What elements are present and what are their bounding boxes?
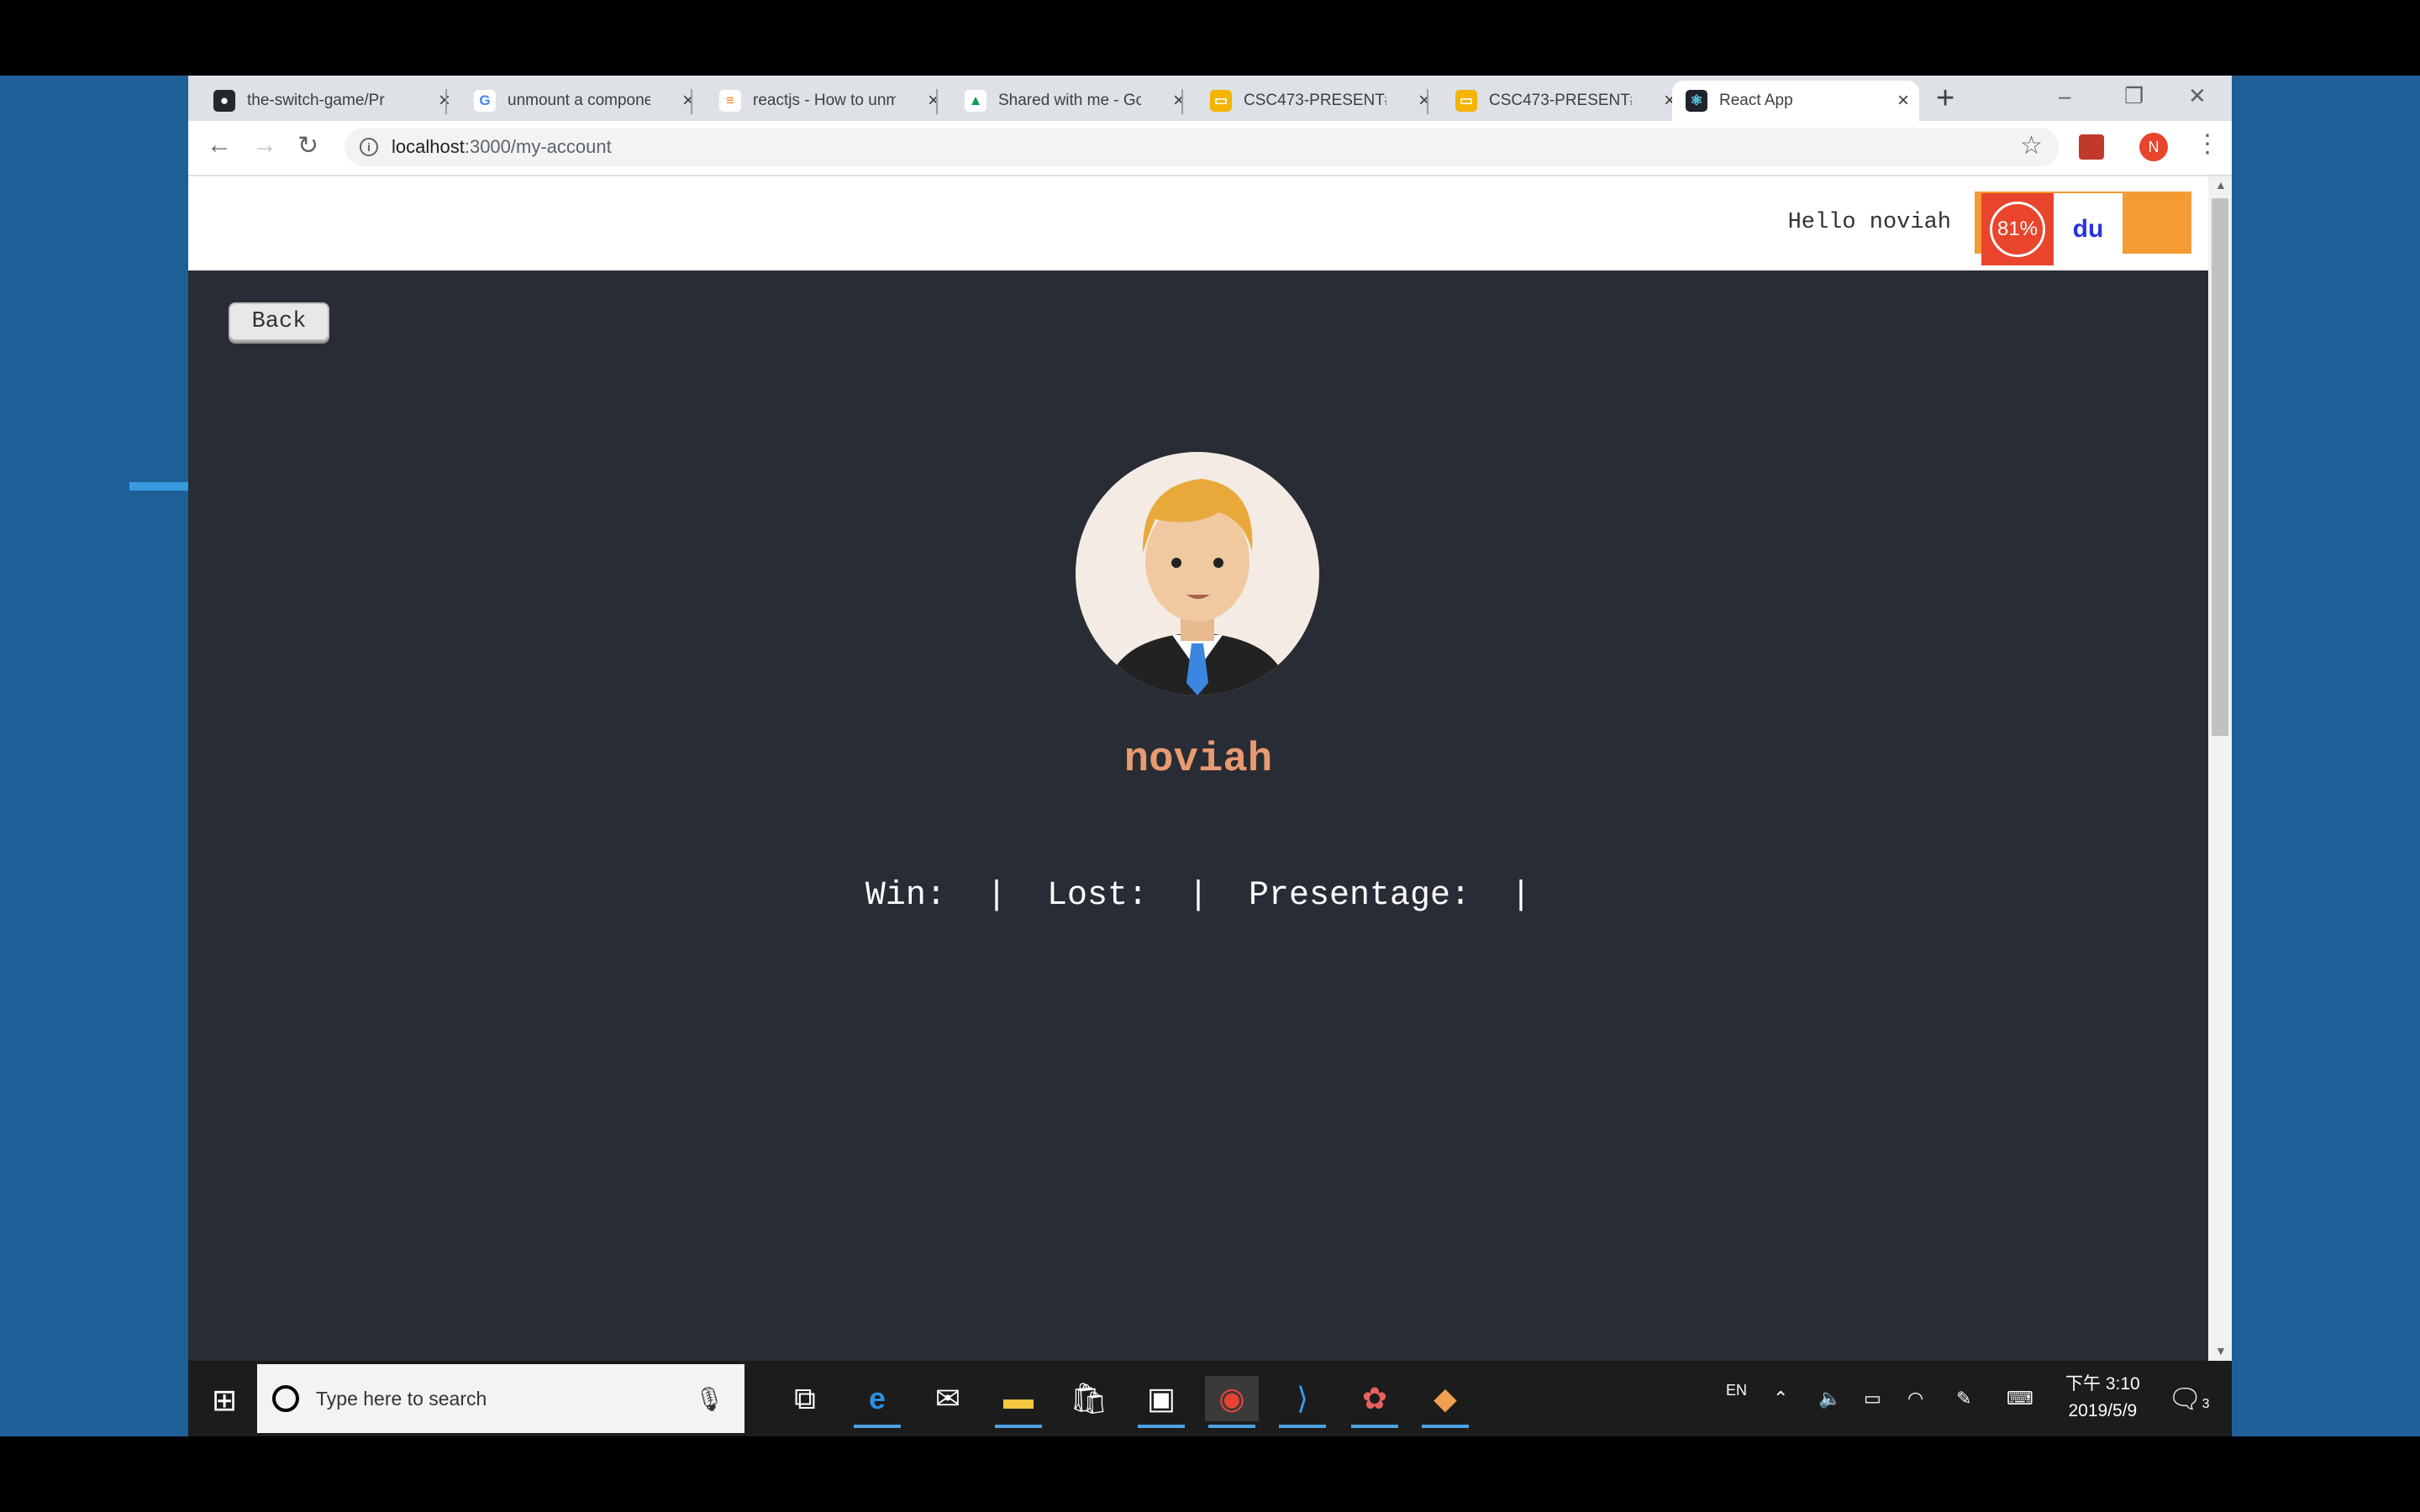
tab-title: CSC473-PRESENT#6 bbox=[1244, 92, 1386, 109]
task-view-icon[interactable]: ⧉ bbox=[778, 1376, 832, 1421]
keyboard-icon[interactable]: ⌨ bbox=[2007, 1361, 2033, 1436]
notification-icon[interactable]: 🗨3 bbox=[2168, 1383, 2210, 1415]
tab-strip: ● the-switch-game/Pr × G unmount a compo… bbox=[188, 76, 2232, 121]
baidu-paw-icon[interactable]: du bbox=[2054, 193, 2123, 265]
profile-avatar[interactable]: N bbox=[2139, 133, 2168, 161]
browser-window: ● the-switch-game/Pr × G unmount a compo… bbox=[188, 76, 2232, 1436]
desktop-accent bbox=[129, 482, 188, 491]
tab-title: Shared with me - Go bbox=[998, 92, 1141, 109]
tab-google[interactable]: G unmount a compone × bbox=[460, 81, 704, 121]
tab-github[interactable]: ● the-switch-game/Pr × bbox=[200, 81, 460, 121]
store-icon[interactable]: 🛍 bbox=[1062, 1376, 1116, 1421]
mail-icon[interactable]: ✉ bbox=[921, 1376, 975, 1421]
reload-icon[interactable]: ↻ bbox=[297, 131, 318, 160]
tab-title: reactjs - How to unm bbox=[753, 92, 896, 109]
extension-icon[interactable] bbox=[2079, 134, 2104, 160]
restore-button[interactable]: ❐ bbox=[2124, 76, 2144, 116]
git-icon[interactable]: ◆ bbox=[1418, 1376, 1472, 1428]
stackoverflow-icon: ≡ bbox=[719, 90, 741, 112]
tab-slides-7[interactable]: ▭ CSC473-PRESENT#7 × bbox=[1442, 81, 1686, 121]
url-path: :3000/my-account bbox=[464, 136, 612, 157]
tab-separator bbox=[1181, 89, 1183, 114]
tab-separator bbox=[936, 89, 938, 114]
scroll-down-icon[interactable]: ▼ bbox=[2215, 1344, 2227, 1357]
language-indicator[interactable]: EN bbox=[1726, 1352, 1747, 1428]
slides-icon: ▭ bbox=[1455, 90, 1477, 112]
search-placeholder: Type here to search bbox=[316, 1387, 487, 1410]
date-text: 2019/5/9 bbox=[2068, 1401, 2138, 1420]
file-explorer-icon[interactable]: ▬ bbox=[992, 1376, 1045, 1428]
taskbar-search[interactable]: Type here to search 🎙 bbox=[257, 1364, 744, 1433]
scroll-up-icon[interactable]: ▲ bbox=[2215, 178, 2227, 192]
tab-react-app[interactable]: ⚛ React App × bbox=[1672, 81, 1919, 121]
notification-count: 3 bbox=[2202, 1397, 2210, 1411]
tab-separator bbox=[1427, 89, 1428, 114]
tab-title: React App bbox=[1719, 92, 1793, 109]
pen-icon[interactable]: ✎ bbox=[1956, 1361, 1971, 1436]
app-header: Hello noviah 81% du bbox=[188, 176, 2208, 270]
tab-title: CSC473-PRESENT#7 bbox=[1489, 92, 1632, 109]
bookmark-star-icon[interactable]: ☆ bbox=[2020, 131, 2043, 160]
slides-icon: ▭ bbox=[1210, 90, 1232, 112]
react-icon: ⚛ bbox=[1686, 90, 1707, 112]
info-icon[interactable]: i bbox=[360, 138, 378, 156]
microphone-icon[interactable]: 🎙 bbox=[694, 1385, 724, 1413]
cortana-icon[interactable] bbox=[272, 1385, 299, 1412]
drive-icon: ▲ bbox=[965, 90, 986, 112]
new-tab-button[interactable]: + bbox=[1936, 81, 1954, 117]
url-host: localhost bbox=[392, 136, 465, 157]
greeting-text: Hello noviah bbox=[1787, 210, 1951, 235]
tab-slides-6[interactable]: ▭ CSC473-PRESENT#6 × bbox=[1197, 81, 1440, 121]
chrome-icon[interactable]: ◉ bbox=[1205, 1376, 1259, 1428]
address-bar[interactable]: i localhost:3000/my-account bbox=[345, 128, 2059, 166]
back-arrow-icon[interactable]: ← bbox=[207, 131, 232, 160]
close-icon[interactable]: × bbox=[1897, 89, 1909, 113]
forward-arrow-icon[interactable]: → bbox=[252, 131, 277, 160]
app-icon[interactable]: ✿ bbox=[1348, 1376, 1402, 1428]
tab-title: the-switch-game/Pr bbox=[247, 92, 385, 109]
tab-title: unmount a compone bbox=[508, 92, 650, 109]
windows-start-icon[interactable]: ⊞ bbox=[212, 1383, 237, 1418]
terminal-icon[interactable]: ▣ bbox=[1134, 1376, 1188, 1428]
close-icon[interactable]: × bbox=[439, 89, 450, 113]
percent-text: 81% bbox=[1990, 202, 2045, 257]
username-heading: noviah bbox=[1123, 736, 1273, 783]
stats-line: Win: | Lost: | Presentage: | bbox=[865, 877, 1532, 915]
chevron-up-icon[interactable]: ⌃ bbox=[1773, 1361, 1788, 1436]
tab-stackoverflow[interactable]: ≡ reactjs - How to unm × bbox=[706, 81, 950, 121]
percent-overlay-widget[interactable]: 81% bbox=[1981, 193, 2054, 265]
vertical-scrollbar[interactable]: ▲ ▼ bbox=[2208, 176, 2232, 1361]
browser-toolbar: ← → ↻ i localhost:3000/my-account ☆ N ⋮ bbox=[188, 121, 2232, 176]
tab-drive[interactable]: ▲ Shared with me - Go × bbox=[951, 81, 1195, 121]
person-avatar-icon bbox=[1109, 479, 1286, 696]
page-viewport: Hello noviah 81% du Back noviah Win: | L… bbox=[188, 176, 2208, 1361]
wifi-icon[interactable]: ◠ bbox=[1907, 1361, 1923, 1436]
minimize-button[interactable]: – bbox=[2059, 76, 2070, 116]
google-icon: G bbox=[474, 90, 496, 112]
github-icon: ● bbox=[213, 90, 235, 112]
back-button[interactable]: Back bbox=[229, 302, 329, 341]
edge-icon[interactable]: e bbox=[850, 1376, 904, 1428]
menu-kebab-icon[interactable]: ⋮ bbox=[2195, 129, 2220, 159]
tab-separator bbox=[445, 89, 447, 114]
close-window-button[interactable]: ✕ bbox=[2188, 76, 2207, 116]
scroll-thumb[interactable] bbox=[2212, 198, 2228, 736]
battery-icon[interactable]: ▭ bbox=[1864, 1361, 1881, 1436]
profile-avatar-image bbox=[1076, 452, 1319, 696]
volume-icon[interactable]: 🔈 bbox=[1818, 1361, 1841, 1436]
tab-separator bbox=[691, 89, 692, 114]
clock[interactable]: 下午 3:10 2019/5/9 bbox=[2065, 1371, 2140, 1425]
taskbar: ⊞ Type here to search 🎙 ⧉ e ✉ ▬ 🛍 ▣ ◉ ⟩ … bbox=[188, 1361, 2232, 1436]
vscode-icon[interactable]: ⟩ bbox=[1276, 1376, 1329, 1428]
time-text: 下午 3:10 bbox=[2065, 1374, 2140, 1394]
